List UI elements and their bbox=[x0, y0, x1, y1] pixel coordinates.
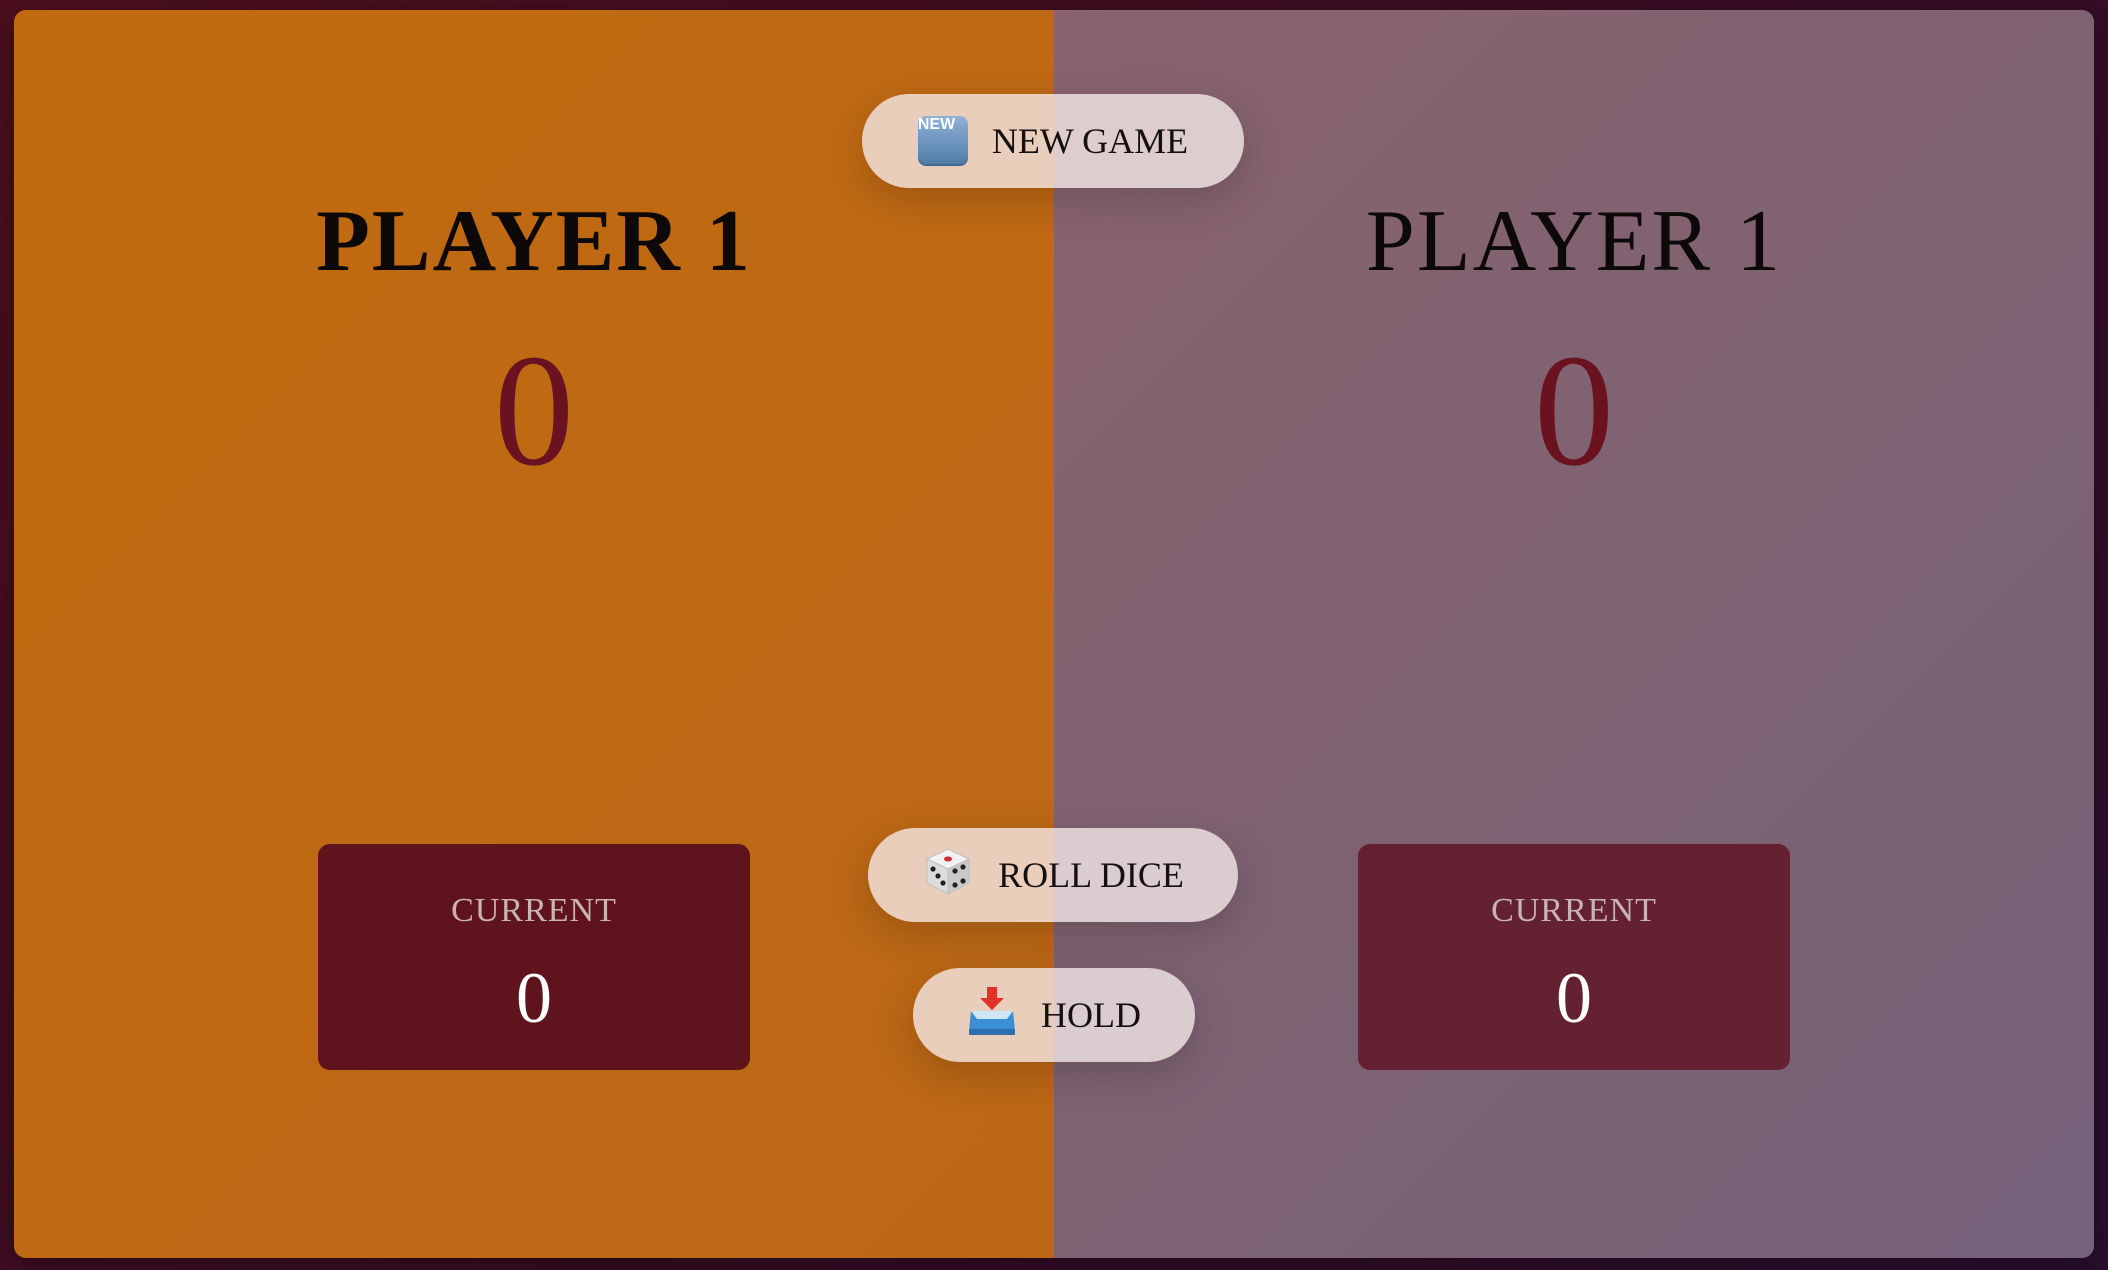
current-score-box: CURRENT 0 bbox=[318, 844, 750, 1070]
player-1-panel: PLAYER 1 0 CURRENT 0 bbox=[14, 10, 1054, 1258]
new-game-button[interactable]: NEW NEW GAME bbox=[862, 94, 1244, 188]
new-game-label: NEW GAME bbox=[991, 121, 1189, 161]
current-label: CURRENT bbox=[451, 892, 617, 929]
current-score: 0 bbox=[1556, 958, 1592, 1038]
player-total-score: 0 bbox=[494, 321, 574, 499]
dice-icon bbox=[922, 845, 974, 906]
player-name: PLAYER 1 bbox=[1365, 193, 1783, 290]
new-icon: NEW bbox=[917, 116, 968, 166]
inbox-tray-icon bbox=[967, 985, 1017, 1046]
hold-label: HOLD bbox=[1041, 995, 1141, 1035]
current-label: CURRENT bbox=[1491, 892, 1657, 929]
roll-dice-label: ROLL DICE bbox=[998, 855, 1184, 895]
player-2-panel: PLAYER 1 0 CURRENT 0 bbox=[1054, 10, 2094, 1258]
hold-button[interactable]: HOLD bbox=[913, 968, 1195, 1062]
player-total-score: 0 bbox=[1534, 321, 1614, 499]
current-score: 0 bbox=[516, 958, 552, 1038]
player-name: PLAYER 1 bbox=[316, 193, 752, 290]
roll-dice-button[interactable]: ROLL DICE bbox=[868, 828, 1238, 922]
game-board: PLAYER 1 0 CURRENT 0 PLAYER 1 0 CURRENT … bbox=[14, 10, 2094, 1258]
current-score-box: CURRENT 0 bbox=[1358, 844, 1790, 1070]
